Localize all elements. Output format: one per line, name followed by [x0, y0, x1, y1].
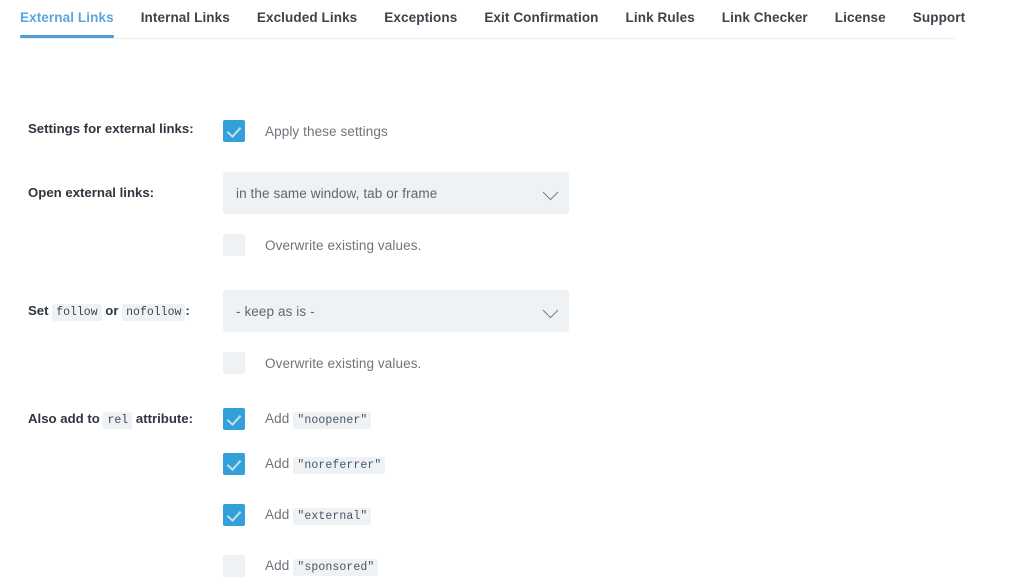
- checkbox-add-external[interactable]: [223, 504, 245, 526]
- tab-label: License: [834, 10, 886, 25]
- tab-label: External Links: [20, 10, 114, 25]
- tab-link-rules[interactable]: Link Rules: [626, 0, 695, 38]
- tab-label: Exceptions: [384, 10, 458, 25]
- label-text-suffix: attribute:: [135, 411, 194, 426]
- tab-support[interactable]: Support: [913, 0, 965, 38]
- row-settings-for-external-links: Settings for external links: Apply these…: [28, 120, 388, 142]
- checkbox-row-add-noopener[interactable]: Add "noopener": [223, 408, 385, 430]
- row-rel-attribute: Also add to rel attribute: Add "noopener"…: [28, 408, 386, 577]
- tab-license[interactable]: License: [835, 0, 886, 38]
- code-nofollow: nofollow: [122, 304, 186, 321]
- tab-excluded-links[interactable]: Excluded Links: [257, 0, 357, 38]
- label-text-mid: or: [105, 303, 119, 318]
- label-set-follow-nofollow: Set follow or nofollow:: [28, 290, 223, 321]
- tab-label: Support: [912, 10, 966, 25]
- checkbox-overwrite-window-values[interactable]: [223, 234, 245, 256]
- tab-label: Link Checker: [721, 10, 808, 25]
- settings-tab-bar: External Links Internal Links Excluded L…: [0, 0, 1024, 40]
- add-text: Add: [265, 558, 290, 573]
- code-noopener: "noopener": [293, 412, 372, 429]
- checkbox-row-add-sponsored[interactable]: Add "sponsored": [223, 555, 385, 577]
- select-follow-nofollow-value: - keep as is -: [236, 303, 315, 319]
- checkbox-add-noopener[interactable]: [223, 408, 245, 430]
- add-text: Add: [265, 456, 290, 471]
- field-apply-these-settings: Apply these settings: [223, 120, 388, 142]
- tab-external-links[interactable]: External Links: [20, 0, 114, 38]
- checkbox-overwrite-follow-values[interactable]: [223, 352, 245, 374]
- code-follow: follow: [52, 304, 102, 321]
- checkbox-row-add-noreferrer[interactable]: Add "noreferrer": [223, 453, 386, 475]
- checkbox-row-overwrite-follow-values[interactable]: Overwrite existing values.: [223, 352, 569, 374]
- label-text-suffix: :: [185, 303, 190, 318]
- checkbox-label-overwrite-follow-values: Overwrite existing values.: [265, 355, 422, 371]
- checkbox-label-add-external: Add "external": [265, 507, 372, 525]
- field-rel-attribute-options: Add "noopener" Add "noreferrer" Add "extern…: [223, 408, 386, 577]
- code-noreferrer: "noreferrer": [293, 457, 386, 474]
- tab-label: Exit Confirmation: [484, 10, 599, 25]
- label-text-prefix: Set: [28, 303, 49, 318]
- code-rel: rel: [103, 412, 133, 429]
- code-external: "external": [293, 508, 372, 525]
- add-text: Add: [265, 507, 290, 522]
- select-open-external-links-value: in the same window, tab or frame: [236, 185, 438, 201]
- checkbox-label-add-noreferrer: Add "noreferrer": [265, 456, 386, 474]
- checkbox-add-noreferrer[interactable]: [223, 453, 245, 475]
- tab-label: Excluded Links: [256, 10, 358, 25]
- label-open-external-links: Open external links:: [28, 185, 155, 200]
- select-open-external-links[interactable]: in the same window, tab or frame: [223, 172, 569, 214]
- tab-internal-links[interactable]: Internal Links: [141, 0, 230, 38]
- label-settings-for-external-links: Settings for external links:: [28, 121, 194, 136]
- tab-label: Link Rules: [625, 10, 695, 25]
- checkbox-row-overwrite-window-values[interactable]: Overwrite existing values.: [223, 234, 569, 256]
- checkbox-row-apply-these-settings[interactable]: Apply these settings: [223, 120, 388, 142]
- select-follow-nofollow[interactable]: - keep as is -: [223, 290, 569, 332]
- label-text-prefix: Also add to: [28, 411, 100, 426]
- field-set-follow-nofollow: - keep as is - Overwrite existing values…: [223, 290, 569, 374]
- tab-bar-divider: [20, 38, 955, 39]
- row-open-external-links: Open external links: in the same window,…: [28, 172, 569, 256]
- checkbox-row-add-external[interactable]: Add "external": [223, 504, 385, 526]
- chevron-down-icon: [542, 184, 559, 201]
- checkbox-label-add-noopener: Add "noopener": [265, 411, 372, 429]
- checkbox-add-sponsored[interactable]: [223, 555, 245, 577]
- checkbox-label-apply-these-settings: Apply these settings: [265, 123, 388, 139]
- tab-exit-confirmation[interactable]: Exit Confirmation: [484, 0, 598, 38]
- code-sponsored: "sponsored": [293, 559, 379, 576]
- tab-label: Internal Links: [140, 10, 230, 25]
- add-text: Add: [265, 411, 290, 426]
- tab-exceptions[interactable]: Exceptions: [384, 0, 457, 38]
- checkbox-apply-these-settings[interactable]: [223, 120, 245, 142]
- tab-link-checker[interactable]: Link Checker: [722, 0, 808, 38]
- field-open-external-links: in the same window, tab or frame Overwri…: [223, 172, 569, 256]
- label-rel-attribute: Also add to rel attribute:: [28, 408, 223, 429]
- checkbox-label-overwrite-window-values: Overwrite existing values.: [265, 237, 422, 253]
- row-set-follow-nofollow: Set follow or nofollow: - keep as is - O…: [28, 290, 569, 374]
- checkbox-label-add-sponsored: Add "sponsored": [265, 558, 379, 576]
- chevron-down-icon: [542, 302, 559, 319]
